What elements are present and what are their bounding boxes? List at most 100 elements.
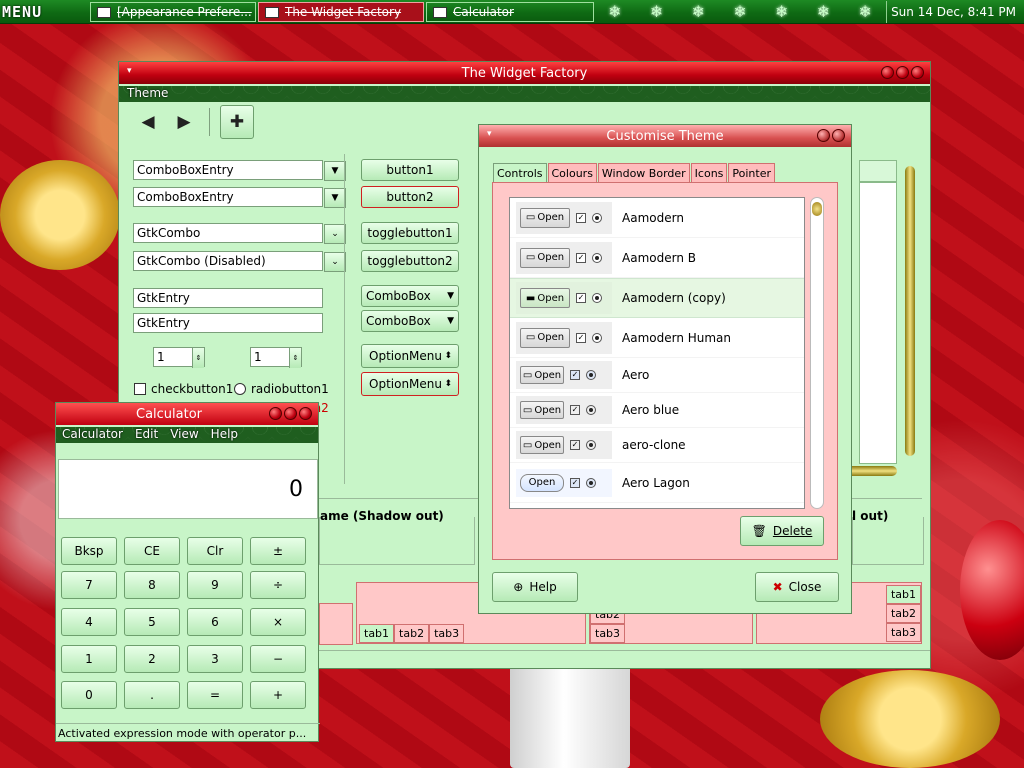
spin-arrows-icon[interactable]: ⇕ <box>192 348 204 368</box>
gtkcombo[interactable]: GtkCombo ⌄ <box>133 223 346 244</box>
theme-row[interactable]: Open ✓ Aero Lagon <box>510 463 804 503</box>
gtkentry-1[interactable]: GtkEntry <box>133 288 323 308</box>
comboboxentry-2[interactable]: ComboBoxEntry ▼ <box>133 187 346 208</box>
preview-radio-icon <box>592 252 602 263</box>
gtkentry-2[interactable]: GtkEntry <box>133 313 323 333</box>
key-3[interactable]: 3 <box>187 645 243 673</box>
key-8[interactable]: 8 <box>124 571 180 599</box>
key-multiply[interactable]: × <box>250 608 306 636</box>
taskbar-appearance-preferences[interactable]: [Appearance Prefere... <box>90 1 256 22</box>
menu-calculator[interactable]: Calculator <box>62 427 123 441</box>
optionmenu-2[interactable]: OptionMenu ⬍ <box>361 372 459 396</box>
menu-edit[interactable]: Edit <box>135 427 158 441</box>
add-button[interactable]: ✚ <box>220 105 254 139</box>
togglebutton2[interactable]: togglebutton2 <box>361 250 459 272</box>
combobox-1[interactable]: ComboBox ▼ <box>361 285 459 307</box>
key-2[interactable]: 2 <box>124 645 180 673</box>
theme-name: Aamodern (copy) <box>622 291 726 305</box>
radiobutton1[interactable]: radiobutton1 <box>234 382 329 396</box>
vertical-scrollbar[interactable] <box>905 166 915 456</box>
button2[interactable]: button2 <box>361 186 459 208</box>
theme-row-selected[interactable]: ▬ Open ✓ Aamodern (copy) <box>510 278 804 318</box>
close-button[interactable] <box>832 129 845 142</box>
close-dialog-button[interactable]: ✖ Close <box>755 572 839 602</box>
combobox-2[interactable]: ComboBox ▼ <box>361 310 459 332</box>
notebook-a-tab3[interactable]: tab3 <box>429 624 465 643</box>
close-button[interactable] <box>299 407 312 420</box>
menubar: Theme <box>119 84 930 102</box>
key-decimal[interactable]: . <box>124 681 180 709</box>
main-menu-button[interactable]: MENU <box>2 1 82 23</box>
theme-list-scrollbar[interactable] <box>810 197 824 509</box>
theme-row[interactable]: ▭ Open ✓ Aero <box>510 358 804 393</box>
key-7[interactable]: 7 <box>61 571 117 599</box>
help-button[interactable]: ⊕ Help <box>492 572 578 602</box>
customise-theme-titlebar[interactable]: ▾ Customise Theme <box>479 125 851 147</box>
tab-window-border[interactable]: Window Border <box>597 163 690 183</box>
theme-row[interactable]: ▭ Open ✓ Aamodern B <box>510 238 804 278</box>
chevron-down-icon[interactable]: ⌄ <box>324 224 346 244</box>
snowflake-icon: ❄ <box>733 2 747 21</box>
checkbutton1[interactable]: checkbutton1 <box>134 382 233 396</box>
key-minus[interactable]: − <box>250 645 306 673</box>
scrollbar-thumb[interactable] <box>812 202 822 216</box>
key-9[interactable]: 9 <box>187 571 243 599</box>
notebook-a-tab2[interactable]: tab2 <box>394 624 430 643</box>
panel-clock[interactable]: Sun 14 Dec, 8:41 PM <box>886 0 1020 23</box>
delete-button[interactable]: 🗑 Delete <box>740 516 824 546</box>
key-1[interactable]: 1 <box>61 645 117 673</box>
taskbar-calculator[interactable]: Calculator <box>426 1 594 22</box>
preview-radio-icon <box>586 370 596 380</box>
chevron-down-icon[interactable]: ▼ <box>324 161 346 181</box>
theme-row[interactable]: ▭ Open ✓ Aamodern <box>510 198 804 238</box>
menu-theme[interactable]: Theme <box>127 86 168 100</box>
menu-help[interactable]: Help <box>211 427 238 441</box>
minimize-button[interactable] <box>881 66 894 79</box>
spinbutton-1[interactable]: 1 ⇕ <box>153 347 205 368</box>
key-divide[interactable]: ÷ <box>250 571 306 599</box>
calculator-titlebar[interactable]: Calculator <box>56 403 318 425</box>
theme-row[interactable]: ▭ Open ✓ Aamodern Human <box>510 318 804 358</box>
notebook-c-tab3[interactable]: tab3 <box>885 623 921 642</box>
notebook-c-tab1[interactable]: tab1 <box>885 585 921 604</box>
window-menu-icon[interactable]: ▾ <box>127 66 132 76</box>
key-ce[interactable]: CE <box>124 537 180 565</box>
theme-row[interactable]: ▭ Open ✓ Aero blue <box>510 393 804 428</box>
widget-factory-titlebar[interactable]: ▾ The Widget Factory <box>119 62 930 84</box>
comboboxentry-1[interactable]: ComboBoxEntry ▼ <box>133 160 346 181</box>
maximize-button[interactable] <box>896 66 909 79</box>
minimize-button[interactable] <box>817 129 830 142</box>
minimize-button[interactable] <box>269 407 282 420</box>
key-clr[interactable]: Clr <box>187 537 243 565</box>
menu-view[interactable]: View <box>170 427 198 441</box>
key-plus[interactable]: + <box>250 681 306 709</box>
tab-icons[interactable]: Icons <box>690 163 728 183</box>
close-button[interactable] <box>911 66 924 79</box>
theme-row[interactable]: ▭ Open ✓ aero-clone <box>510 428 804 463</box>
taskbar-widget-factory[interactable]: The Widget Factory <box>258 1 424 22</box>
key-6[interactable]: 6 <box>187 608 243 636</box>
key-plusminus[interactable]: ± <box>250 537 306 565</box>
notebook-b-tab3[interactable]: tab3 <box>590 624 626 643</box>
tab-controls[interactable]: Controls <box>493 163 547 183</box>
tab-colours[interactable]: Colours <box>547 163 597 183</box>
spinbutton-2[interactable]: 1 ⇕ <box>250 347 302 368</box>
tab-pointer[interactable]: Pointer <box>728 163 776 183</box>
spin-arrows-icon[interactable]: ⇕ <box>289 348 301 368</box>
togglebutton1[interactable]: togglebutton1 <box>361 222 459 244</box>
back-button[interactable]: ◀ <box>133 107 163 137</box>
chevron-down-icon[interactable]: ▼ <box>324 188 346 208</box>
optionmenu-1[interactable]: OptionMenu ⬍ <box>361 344 459 368</box>
notebook-a-tab1[interactable]: tab1 <box>359 624 395 643</box>
key-4[interactable]: 4 <box>61 608 117 636</box>
notebook-c-tab2[interactable]: tab2 <box>885 604 921 623</box>
window-menu-icon[interactable]: ▾ <box>487 129 492 139</box>
key-equals[interactable]: = <box>187 681 243 709</box>
key-bksp[interactable]: Bksp <box>61 537 117 565</box>
button1[interactable]: button1 <box>361 159 459 181</box>
maximize-button[interactable] <box>284 407 297 420</box>
key-5[interactable]: 5 <box>124 608 180 636</box>
forward-button[interactable]: ▶ <box>169 107 199 137</box>
theme-list[interactable]: ▭ Open ✓ Aamodern ▭ Open ✓ Aamodern B ▬ Ope… <box>509 197 805 509</box>
key-0[interactable]: 0 <box>61 681 117 709</box>
